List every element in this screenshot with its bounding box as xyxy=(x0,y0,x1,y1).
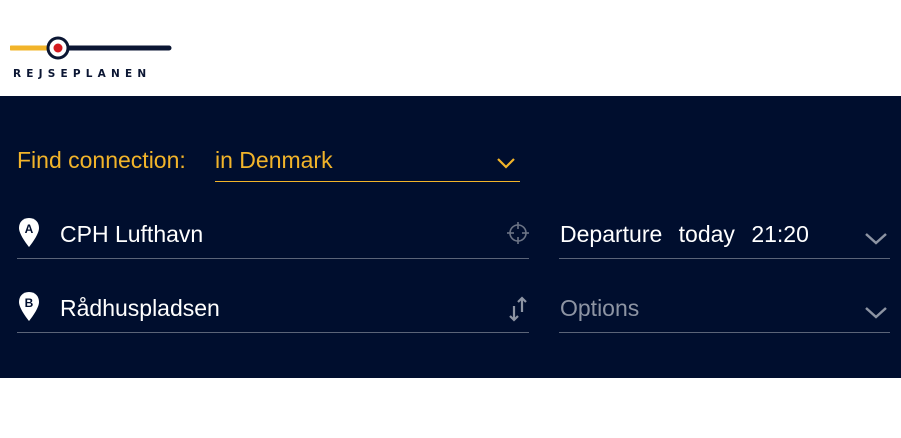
header: REJSEPLANEN xyxy=(0,0,901,96)
pin-a-letter: A xyxy=(25,222,34,236)
find-connection-label: Find connection: xyxy=(17,147,186,173)
to-input[interactable]: Rådhuspladsen xyxy=(60,295,220,322)
time-day: today xyxy=(678,221,735,247)
departure-time-select[interactable]: Departure today 21:20 xyxy=(559,212,890,259)
time-clock: 21:20 xyxy=(751,221,809,247)
location-pin-a-icon: A xyxy=(19,218,39,247)
time-summary: Departure today 21:20 xyxy=(560,221,819,248)
logo-text: REJSEPLANEN xyxy=(13,68,152,80)
time-mode: Departure xyxy=(560,221,663,247)
chevron-down-icon xyxy=(497,158,515,169)
route-line-logo-icon xyxy=(10,36,172,60)
location-pin-b-icon: B xyxy=(19,292,39,321)
options-label: Options xyxy=(560,295,640,321)
options-select[interactable]: Options xyxy=(559,286,890,333)
crosshair-locate-icon[interactable] xyxy=(507,222,529,244)
region-value: in Denmark xyxy=(215,147,333,173)
swap-arrows-icon[interactable] xyxy=(507,296,529,322)
chevron-down-icon xyxy=(865,233,887,245)
from-input[interactable]: CPH Lufthavn xyxy=(60,221,203,248)
rejseplanen-logo[interactable]: REJSEPLANEN xyxy=(10,34,175,84)
pin-b-letter: B xyxy=(25,296,34,310)
chevron-down-icon xyxy=(865,307,887,319)
to-field[interactable]: B Rådhuspladsen xyxy=(17,286,529,333)
region-select[interactable]: in Denmark xyxy=(215,145,520,182)
from-field[interactable]: A CPH Lufthavn xyxy=(17,212,529,259)
